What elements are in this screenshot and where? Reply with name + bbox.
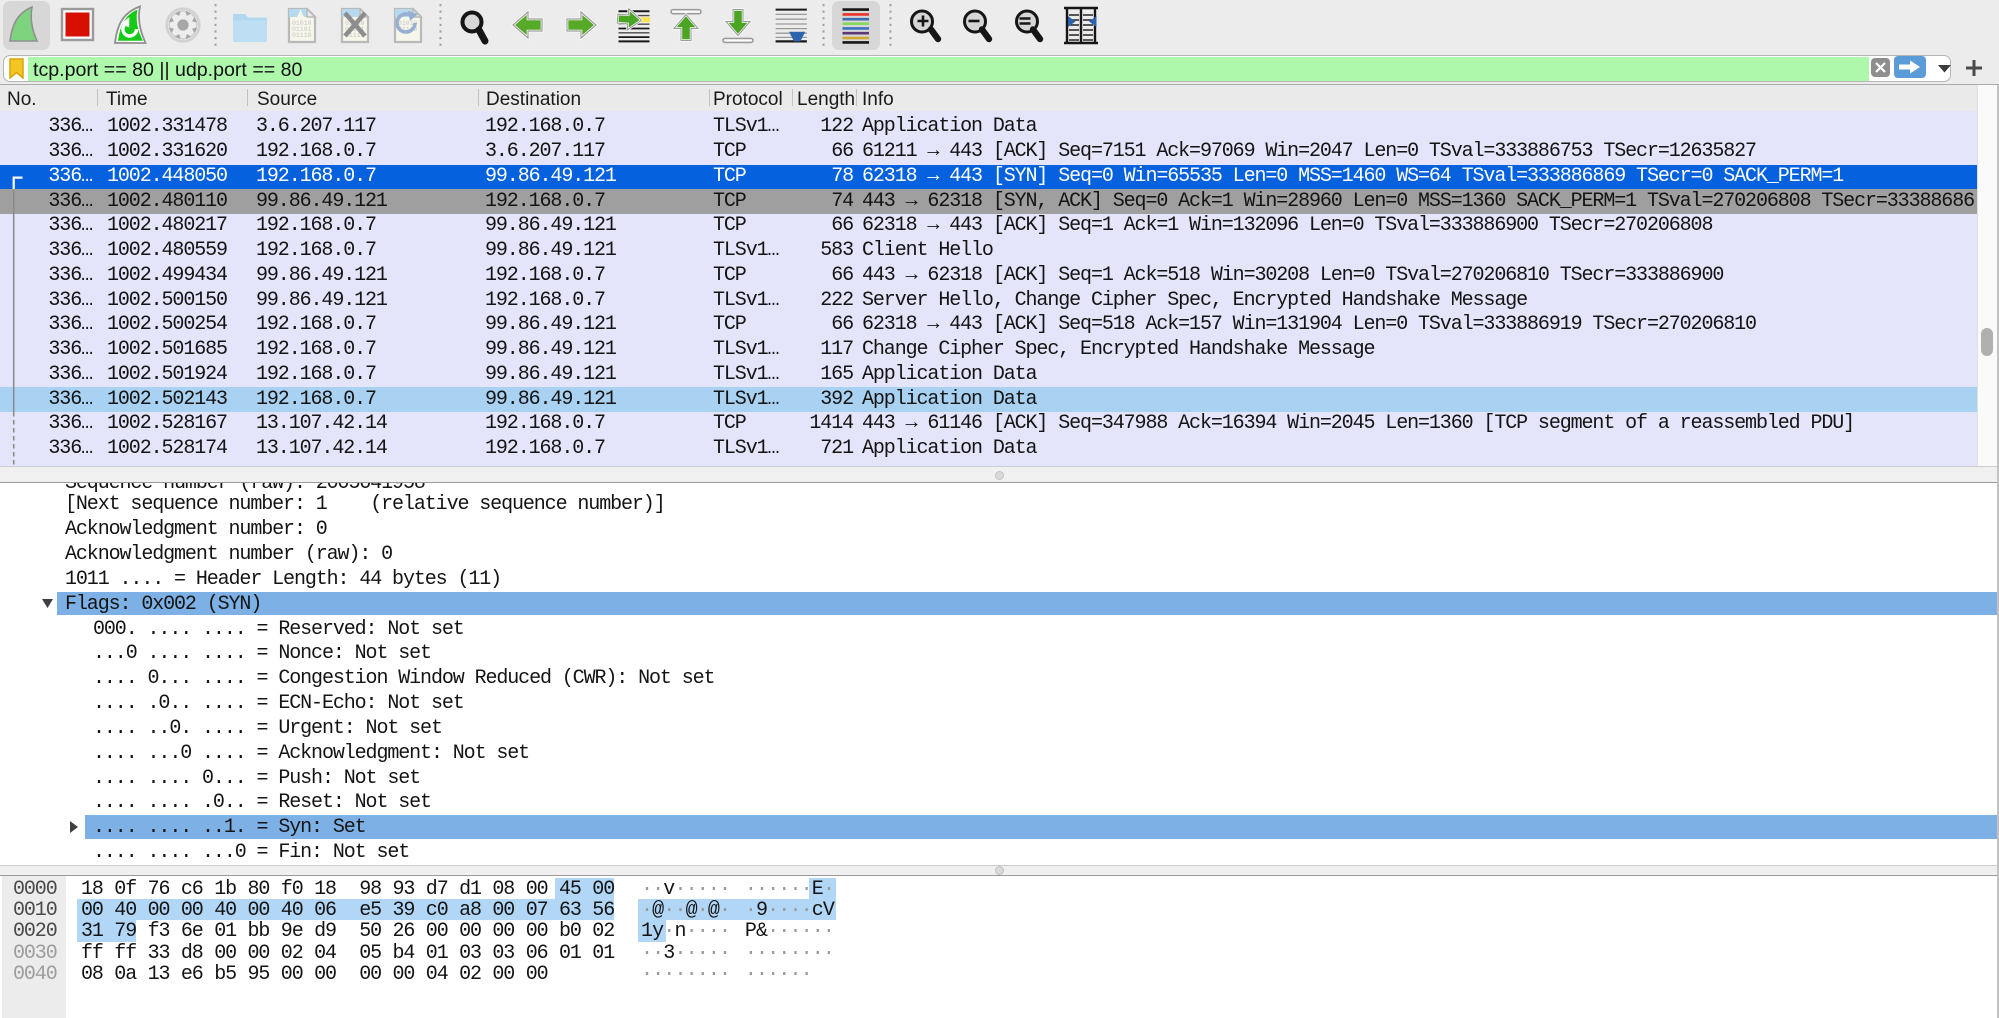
svg-text:01110: 01110: [292, 32, 312, 39]
